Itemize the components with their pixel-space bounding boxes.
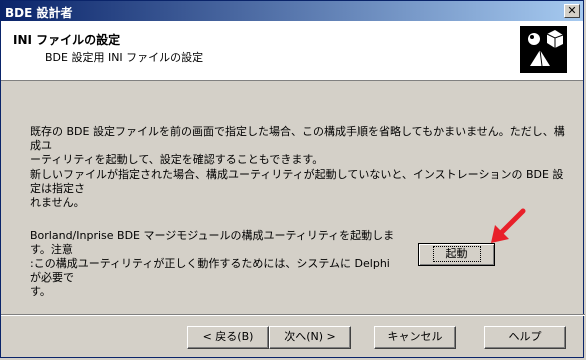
- next-button[interactable]: 次へ(N) >: [269, 326, 351, 349]
- shapes-logo-icon: [520, 26, 567, 73]
- info-paragraph-3: Borland/Inprise BDE マージモジュールの構成ユーティリティを起…: [30, 229, 395, 298]
- window-title: BDE 設計者: [5, 6, 73, 20]
- red-arrow-icon: [491, 208, 526, 243]
- close-icon[interactable]: ✕: [564, 4, 580, 18]
- page-title: INI ファイルの設定: [13, 33, 121, 47]
- help-button[interactable]: ヘルプ: [484, 326, 566, 349]
- info-paragraph-2: 新しいファイルが指定された場合、構成ユーティリティが起動していないと、インストレ…: [30, 168, 564, 209]
- header-panel: INI ファイルの設定 BDE 設定用 INI ファイルの設定: [1, 21, 583, 81]
- cancel-button[interactable]: キャンセル: [374, 326, 456, 349]
- info-paragraph-1: 既存の BDE 設定ファイルを前の画面で指定した場合、この構成手順を省略してもか…: [30, 125, 565, 166]
- back-button[interactable]: < 戻る(B): [187, 326, 269, 349]
- installer-window: BDE 設計者 ✕ INI ファイルの設定 BDE 設定用 INI ファイルの設…: [0, 0, 585, 358]
- title-bar[interactable]: BDE 設計者 ✕: [1, 1, 583, 21]
- page-subtitle: BDE 設定用 INI ファイルの設定: [45, 51, 204, 64]
- launch-button[interactable]: 起動: [418, 243, 495, 266]
